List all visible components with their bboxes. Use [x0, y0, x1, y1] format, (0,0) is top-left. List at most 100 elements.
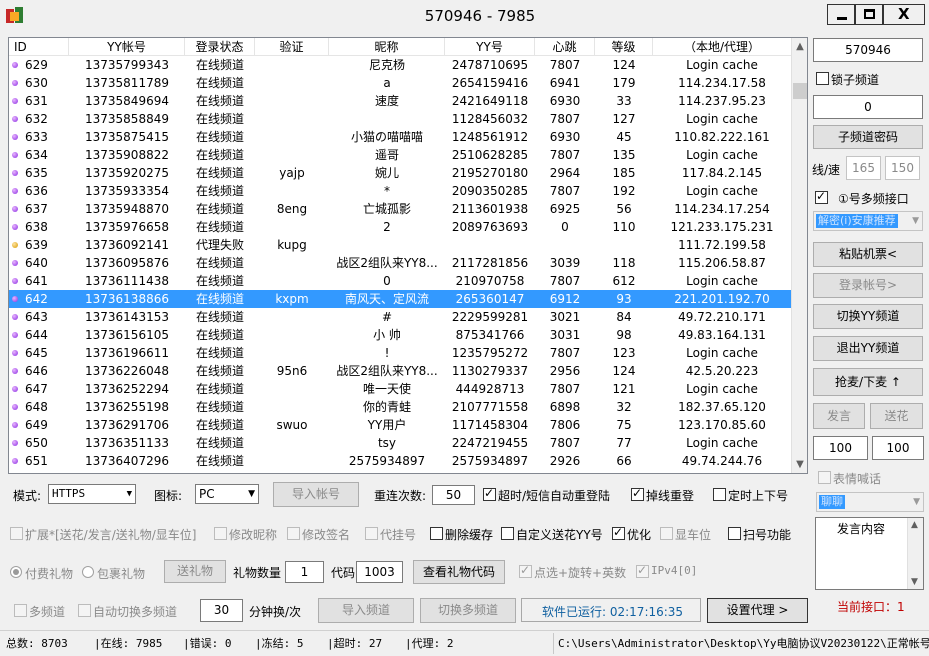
table-row[interactable]: 648 13736255198 在线频道 你的青蛙 2107771558 6898 32 18…: [9, 398, 791, 416]
timeout-relogin-checkbox[interactable]: [483, 486, 496, 501]
table-row[interactable]: 635 13735920275 在线频道 yajp 婉儿 2195270180 2964 18…: [9, 164, 791, 182]
gift-qty-field[interactable]: 1: [285, 561, 324, 583]
multi-channel-checkbox[interactable]: [14, 604, 27, 617]
table-row[interactable]: 645 13736196611 在线频道! 1235795272 7807 123 Logi…: [9, 344, 791, 362]
speak-count-field[interactable]: 100: [813, 436, 868, 460]
col-heartbeat[interactable]: 心跳: [535, 38, 595, 56]
thread-field[interactable]: 165: [846, 156, 881, 180]
sub-channel-field[interactable]: 0: [813, 95, 923, 119]
table-row[interactable]: 638 13735976658 在线频道 2 2089763693 0 110 121.233…: [9, 218, 791, 236]
channel-id-field[interactable]: 570946: [813, 38, 923, 62]
click-rotate-checkbox[interactable]: [519, 563, 532, 578]
col-account[interactable]: YY帐号: [69, 38, 185, 56]
table-row[interactable]: 641 13736111438 在线频道 0 210970758 7807 612 Login…: [9, 272, 791, 290]
cell-proxy: 221.201.192.70: [674, 292, 770, 306]
speed-field[interactable]: 150: [885, 156, 920, 180]
minimize-button[interactable]: [827, 4, 855, 25]
switch-multi-channel-button[interactable]: 切换多频道: [420, 598, 516, 623]
switch-minutes-field[interactable]: 30: [200, 599, 243, 622]
custom-flower-checkbox[interactable]: [501, 527, 514, 540]
hang-checkbox[interactable]: [365, 527, 378, 540]
import-channel-button[interactable]: 导入频道: [318, 598, 414, 623]
table-row[interactable]: 649 13736291706 在线频道 swuo YY用户 1171458304 7806…: [9, 416, 791, 434]
retry-field[interactable]: 50: [432, 485, 475, 505]
multi-channel-combo[interactable]: 解密(i)安康推荐 ▼: [813, 211, 923, 231]
speech-scrollbar[interactable]: ▲ ▼: [907, 518, 923, 589]
table-row[interactable]: 636 13735933354 在线频道 * 2090350285 7807 192 Logi…: [9, 182, 791, 200]
table-row[interactable]: 647 13736252294 在线频道 唯一天使 444928713 7807 121 Lo…: [9, 380, 791, 398]
optimize-checkbox[interactable]: [612, 525, 625, 540]
col-nick[interactable]: 昵称: [329, 38, 445, 56]
table-row[interactable]: 643 13736143153 在线频道 #2229599281 3021 84 49.72…: [9, 308, 791, 326]
table-row[interactable]: 632 13735858849 在线频道 1128456032 7807 127 Login…: [9, 110, 791, 128]
scroll-up-icon[interactable]: ▲: [911, 520, 918, 530]
lock-channel-checkbox[interactable]: [816, 72, 829, 85]
flower-button[interactable]: 送花: [870, 403, 923, 429]
sub-channel-password-button[interactable]: 子频道密码: [813, 125, 923, 149]
set-proxy-button[interactable]: 设置代理 >: [707, 598, 808, 623]
import-account-button[interactable]: 导入帐号: [273, 482, 359, 507]
table-scrollbar[interactable]: ▲ ▼: [791, 38, 807, 473]
table-row[interactable]: 629 13735799343 在线频道 尼克杨 2478710695 7807 124 Lo…: [9, 56, 791, 74]
grab-mic-button[interactable]: 抢麦/下麦 ↑: [813, 368, 923, 396]
icon-select-value: PC: [199, 487, 215, 501]
package-gift-radio[interactable]: [82, 566, 94, 578]
drop-relogin-checkbox[interactable]: [631, 486, 644, 501]
multi-channel-port-checkbox[interactable]: [815, 189, 828, 204]
cell-verify: [255, 146, 329, 164]
switch-channel-button[interactable]: 切换YY频道: [813, 304, 923, 329]
table-row[interactable]: 634 13735908822 在线频道 遥哥 2510628285 7807 135 Log…: [9, 146, 791, 164]
scroll-thumb[interactable]: [793, 83, 807, 99]
title-bar[interactable]: 570946 - 7985 X: [0, 0, 929, 32]
maximize-button[interactable]: [855, 4, 883, 25]
table-row[interactable]: 640 13736095876 在线频道 战区2组队来YY8... 2117281856…: [9, 254, 791, 272]
emoji-combo[interactable]: 聊聊 ▼: [816, 492, 924, 512]
exit-channel-button[interactable]: 退出YY频道: [813, 336, 923, 361]
table-row[interactable]: 633 13735875415 在线频道 小猫の喵喵喵 1248561912 6930 45…: [9, 128, 791, 146]
account-table[interactable]: ID YY帐号 登录状态 验证 昵称 YY号 心跳 等级 （本地/代理） 629…: [8, 37, 808, 474]
close-button[interactable]: X: [883, 4, 925, 25]
gift-code-field[interactable]: 1003: [356, 561, 403, 583]
col-yy[interactable]: YY号: [445, 38, 535, 56]
clear-cache-checkbox[interactable]: [430, 527, 443, 540]
table-row[interactable]: 630 13735811789 在线频道 a 2654159416 6941 179 114.…: [9, 74, 791, 92]
timer-checkbox[interactable]: [713, 488, 726, 501]
table-row[interactable]: 631 13735849694 在线频道 速度 2421649118 6930 33 114.…: [9, 92, 791, 110]
emoji-shout-checkbox[interactable]: [818, 471, 831, 484]
ext-checkbox[interactable]: [10, 527, 23, 540]
col-verify[interactable]: 验证: [255, 38, 329, 56]
ipv4-checkbox[interactable]: [636, 563, 649, 578]
table-row[interactable]: 650 13736351133 在线频道 tsy 2247219455 7807 77 Log…: [9, 434, 791, 452]
table-row[interactable]: 651 13736407296 在线频道 2575934897 2575934897 29…: [9, 452, 791, 470]
col-level[interactable]: 等级: [595, 38, 653, 56]
icon-select[interactable]: PC ▼: [195, 484, 259, 504]
table-row[interactable]: 646 13736226048 在线频道 95n6 战区2组队来YY8... 113027…: [9, 362, 791, 380]
table-row[interactable]: 639 13736092141 代理失败 kupg 111.72.199.58: [9, 236, 791, 254]
multi-channel-combo-value: 解密(i)安康推荐: [816, 214, 898, 228]
col-id[interactable]: ID: [9, 38, 69, 56]
paid-gift-radio[interactable]: [10, 566, 22, 578]
speech-content-box[interactable]: 发言内容 ▲ ▼: [815, 517, 924, 590]
auto-switch-checkbox[interactable]: [78, 604, 91, 617]
flower-count-field[interactable]: 100: [872, 436, 924, 460]
scan-checkbox[interactable]: [728, 527, 741, 540]
view-gift-code-button[interactable]: 查看礼物代码: [413, 560, 505, 584]
col-proxy[interactable]: （本地/代理）: [653, 38, 791, 56]
scroll-down-icon[interactable]: ▼: [792, 456, 807, 473]
rename-checkbox[interactable]: [214, 527, 227, 540]
cell-level: 135: [612, 148, 636, 162]
col-status[interactable]: 登录状态: [185, 38, 255, 56]
login-account-button[interactable]: 登录帐号>: [813, 273, 923, 298]
scroll-up-icon[interactable]: ▲: [792, 38, 807, 55]
paste-ticket-button[interactable]: 粘贴机票<: [813, 242, 923, 267]
table-row[interactable]: 644 13736156105 在线频道 小 帅 875341766 3031 98 49.8…: [9, 326, 791, 344]
speak-button[interactable]: 发言: [813, 403, 865, 429]
table-row[interactable]: 642 13736138866 在线频道 kxpm 南风天、定风流 265360147 69…: [9, 290, 791, 308]
table-row[interactable]: 637 13735948870 在线频道 8eng 亡城孤影 2113601938 6925…: [9, 200, 791, 218]
show-car-checkbox[interactable]: [660, 527, 673, 540]
scroll-down-icon[interactable]: ▼: [911, 577, 918, 587]
send-gift-button[interactable]: 送礼物: [164, 560, 226, 583]
cell-yy: 210970758: [455, 274, 525, 288]
sign-checkbox[interactable]: [287, 527, 300, 540]
mode-select[interactable]: HTTPS ▼: [48, 484, 136, 504]
